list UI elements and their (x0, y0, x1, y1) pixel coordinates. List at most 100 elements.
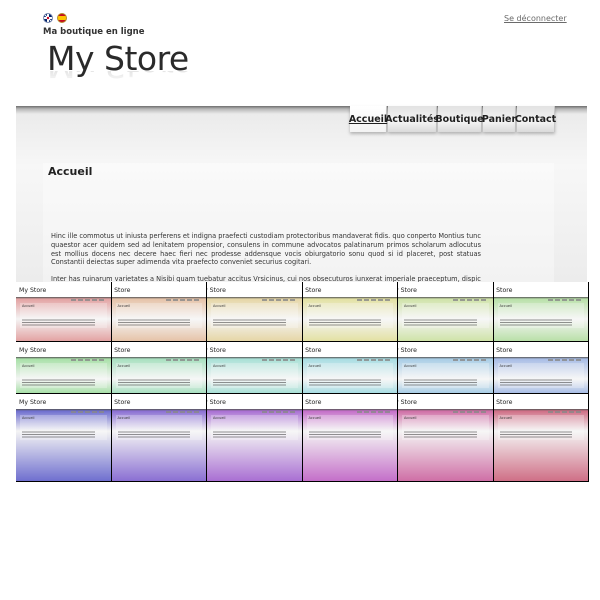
thumbnail-header: y Store (398, 394, 493, 409)
thumbnail-body: Accueil (398, 357, 493, 393)
thumbnail-logo: y Store (112, 399, 131, 406)
thumbnail-nav (261, 299, 296, 301)
thumbnail-body: Accueil (302, 357, 397, 393)
thumbnail-logo: My Store (19, 347, 47, 354)
theme-thumbnail[interactable]: Accueil My Store (16, 394, 111, 481)
thumbnail-nav (261, 359, 296, 361)
thumbnail-content: Accueil (306, 303, 393, 328)
theme-thumbnail[interactable]: Accueil My Store (16, 342, 111, 393)
store-tagline: Ma boutique en ligne (43, 27, 145, 37)
theme-thumbnail[interactable]: Accueil My Store (16, 282, 111, 341)
thumbnail-heading: Accueil (308, 364, 322, 368)
thumbnail-heading: Accueil (499, 304, 513, 308)
thumbnail-content: Accueil (306, 415, 393, 440)
thumbnail-header: My Store (16, 342, 111, 357)
thumbnail-heading: Accueil (22, 416, 35, 420)
thumbnail-header: y Store (493, 342, 588, 357)
theme-thumbnail[interactable]: Accueil y Store (493, 282, 588, 341)
thumbnail-header: My Store (16, 394, 111, 409)
nav-item-contact[interactable]: Contact (515, 106, 556, 132)
thumbnail-logo: y Store (494, 287, 513, 294)
thumbnail-heading: Accueil (22, 304, 35, 308)
thumbnail-logo: y Store (303, 287, 322, 294)
thumbnail-content: Accueil (20, 363, 107, 388)
theme-thumbnail[interactable]: Accueil y Store (111, 394, 206, 481)
thumbnail-heading: Accueil (404, 364, 417, 368)
theme-thumbnail[interactable]: Accueil y Store (111, 342, 206, 393)
thumbnail-content: Accueil (497, 363, 584, 388)
thumbnail-text-lines (404, 431, 477, 439)
thumbnail-body: Accueil (111, 409, 206, 481)
thumbnail-header: y Store (398, 282, 493, 297)
nav-item-accueil[interactable]: Accueil (349, 106, 387, 132)
thumbnail-body: Accueil (493, 297, 588, 341)
thumbnail-heading: Accueil (22, 364, 35, 368)
store-logo-reflection: My Store (47, 71, 193, 85)
thumbnail-header: y Store (398, 342, 493, 357)
nav-item-actualites[interactable]: Actualités (385, 106, 439, 132)
theme-thumbnail-grid: Accueil My Store Accueil y Store Accueil y St… (16, 282, 589, 482)
thumbnail-content: Accueil (497, 415, 584, 440)
thumbnail-text-lines (499, 431, 572, 439)
nav-item-boutique[interactable]: Boutique (435, 106, 484, 132)
thumbnail-header: My Store (16, 282, 111, 297)
thumbnail-header: y Store (207, 342, 302, 357)
thumbnail-content: Accueil (115, 415, 202, 440)
thumbnail-text-lines (22, 319, 95, 327)
thumbnail-text-lines (499, 319, 572, 327)
thumbnail-logo: My Store (19, 287, 47, 294)
thumbnail-body: Accueil (302, 297, 397, 341)
thumbnail-nav (548, 411, 582, 413)
thumbnail-content: Accueil (306, 363, 393, 388)
thumbnail-header: y Store (493, 394, 588, 409)
thumbnail-heading: Accueil (213, 364, 226, 368)
thumbnail-content: Accueil (20, 303, 107, 328)
thumbnail-logo: y Store (398, 399, 417, 406)
theme-thumbnail[interactable]: Accueil y Store (302, 394, 397, 481)
thumbnail-content: Accueil (211, 415, 298, 440)
thumbnail-text-lines (117, 379, 190, 387)
thumbnail-content: Accueil (115, 303, 202, 328)
thumbnail-text-lines (117, 319, 190, 327)
theme-thumbnail[interactable]: Accueil y Store (493, 342, 588, 393)
thumbnail-heading: Accueil (308, 416, 322, 420)
thumbnail-nav (166, 299, 200, 301)
thumbnail-nav (166, 359, 200, 361)
theme-thumbnail[interactable]: Accueil y Store (207, 394, 302, 481)
thumbnail-logo: y Store (303, 399, 322, 406)
theme-thumbnail[interactable]: Accueil y Store (398, 342, 493, 393)
thumbnail-body: Accueil (207, 297, 302, 341)
thumbnail-nav (166, 411, 200, 413)
thumbnail-logo: y Store (207, 399, 226, 406)
theme-thumbnail[interactable]: Accueil y Store (111, 282, 206, 341)
thumbnail-content: Accueil (402, 415, 489, 440)
theme-thumbnail[interactable]: Accueil y Store (302, 282, 397, 341)
thumbnail-nav (70, 359, 105, 361)
uk-flag-icon[interactable] (43, 13, 53, 23)
thumbnail-body: Accueil (111, 297, 206, 341)
theme-thumbnail[interactable]: Accueil y Store (398, 282, 493, 341)
thumbnail-header: y Store (111, 282, 206, 297)
thumbnail-nav (70, 299, 105, 301)
thumbnail-logo: y Store (207, 287, 226, 294)
thumbnail-logo: y Store (398, 347, 417, 354)
theme-thumbnail[interactable]: Accueil y Store (207, 342, 302, 393)
theme-thumbnail[interactable]: Accueil y Store (302, 342, 397, 393)
thumbnail-text-lines (213, 319, 286, 327)
theme-thumbnail[interactable]: Accueil y Store (493, 394, 588, 481)
thumbnail-text-lines (404, 379, 477, 387)
thumbnail-content: Accueil (497, 303, 584, 328)
spain-flag-icon[interactable] (57, 13, 67, 23)
thumbnail-header: y Store (111, 394, 206, 409)
nav-item-panier[interactable]: Panier (482, 106, 516, 132)
thumbnail-nav (548, 299, 582, 301)
theme-thumbnail[interactable]: Accueil y Store (207, 282, 302, 341)
thumbnail-header: y Store (207, 394, 302, 409)
thumbnail-nav (70, 411, 105, 413)
theme-thumbnail[interactable]: Accueil y Store (398, 394, 493, 481)
thumbnail-content: Accueil (402, 303, 489, 328)
page-title: Accueil (48, 165, 93, 178)
thumbnail-content: Accueil (115, 363, 202, 388)
logout-link[interactable]: Se déconnecter (504, 14, 567, 23)
main-panel: Accueil Actualités Boutique Panier Conta… (16, 106, 587, 283)
